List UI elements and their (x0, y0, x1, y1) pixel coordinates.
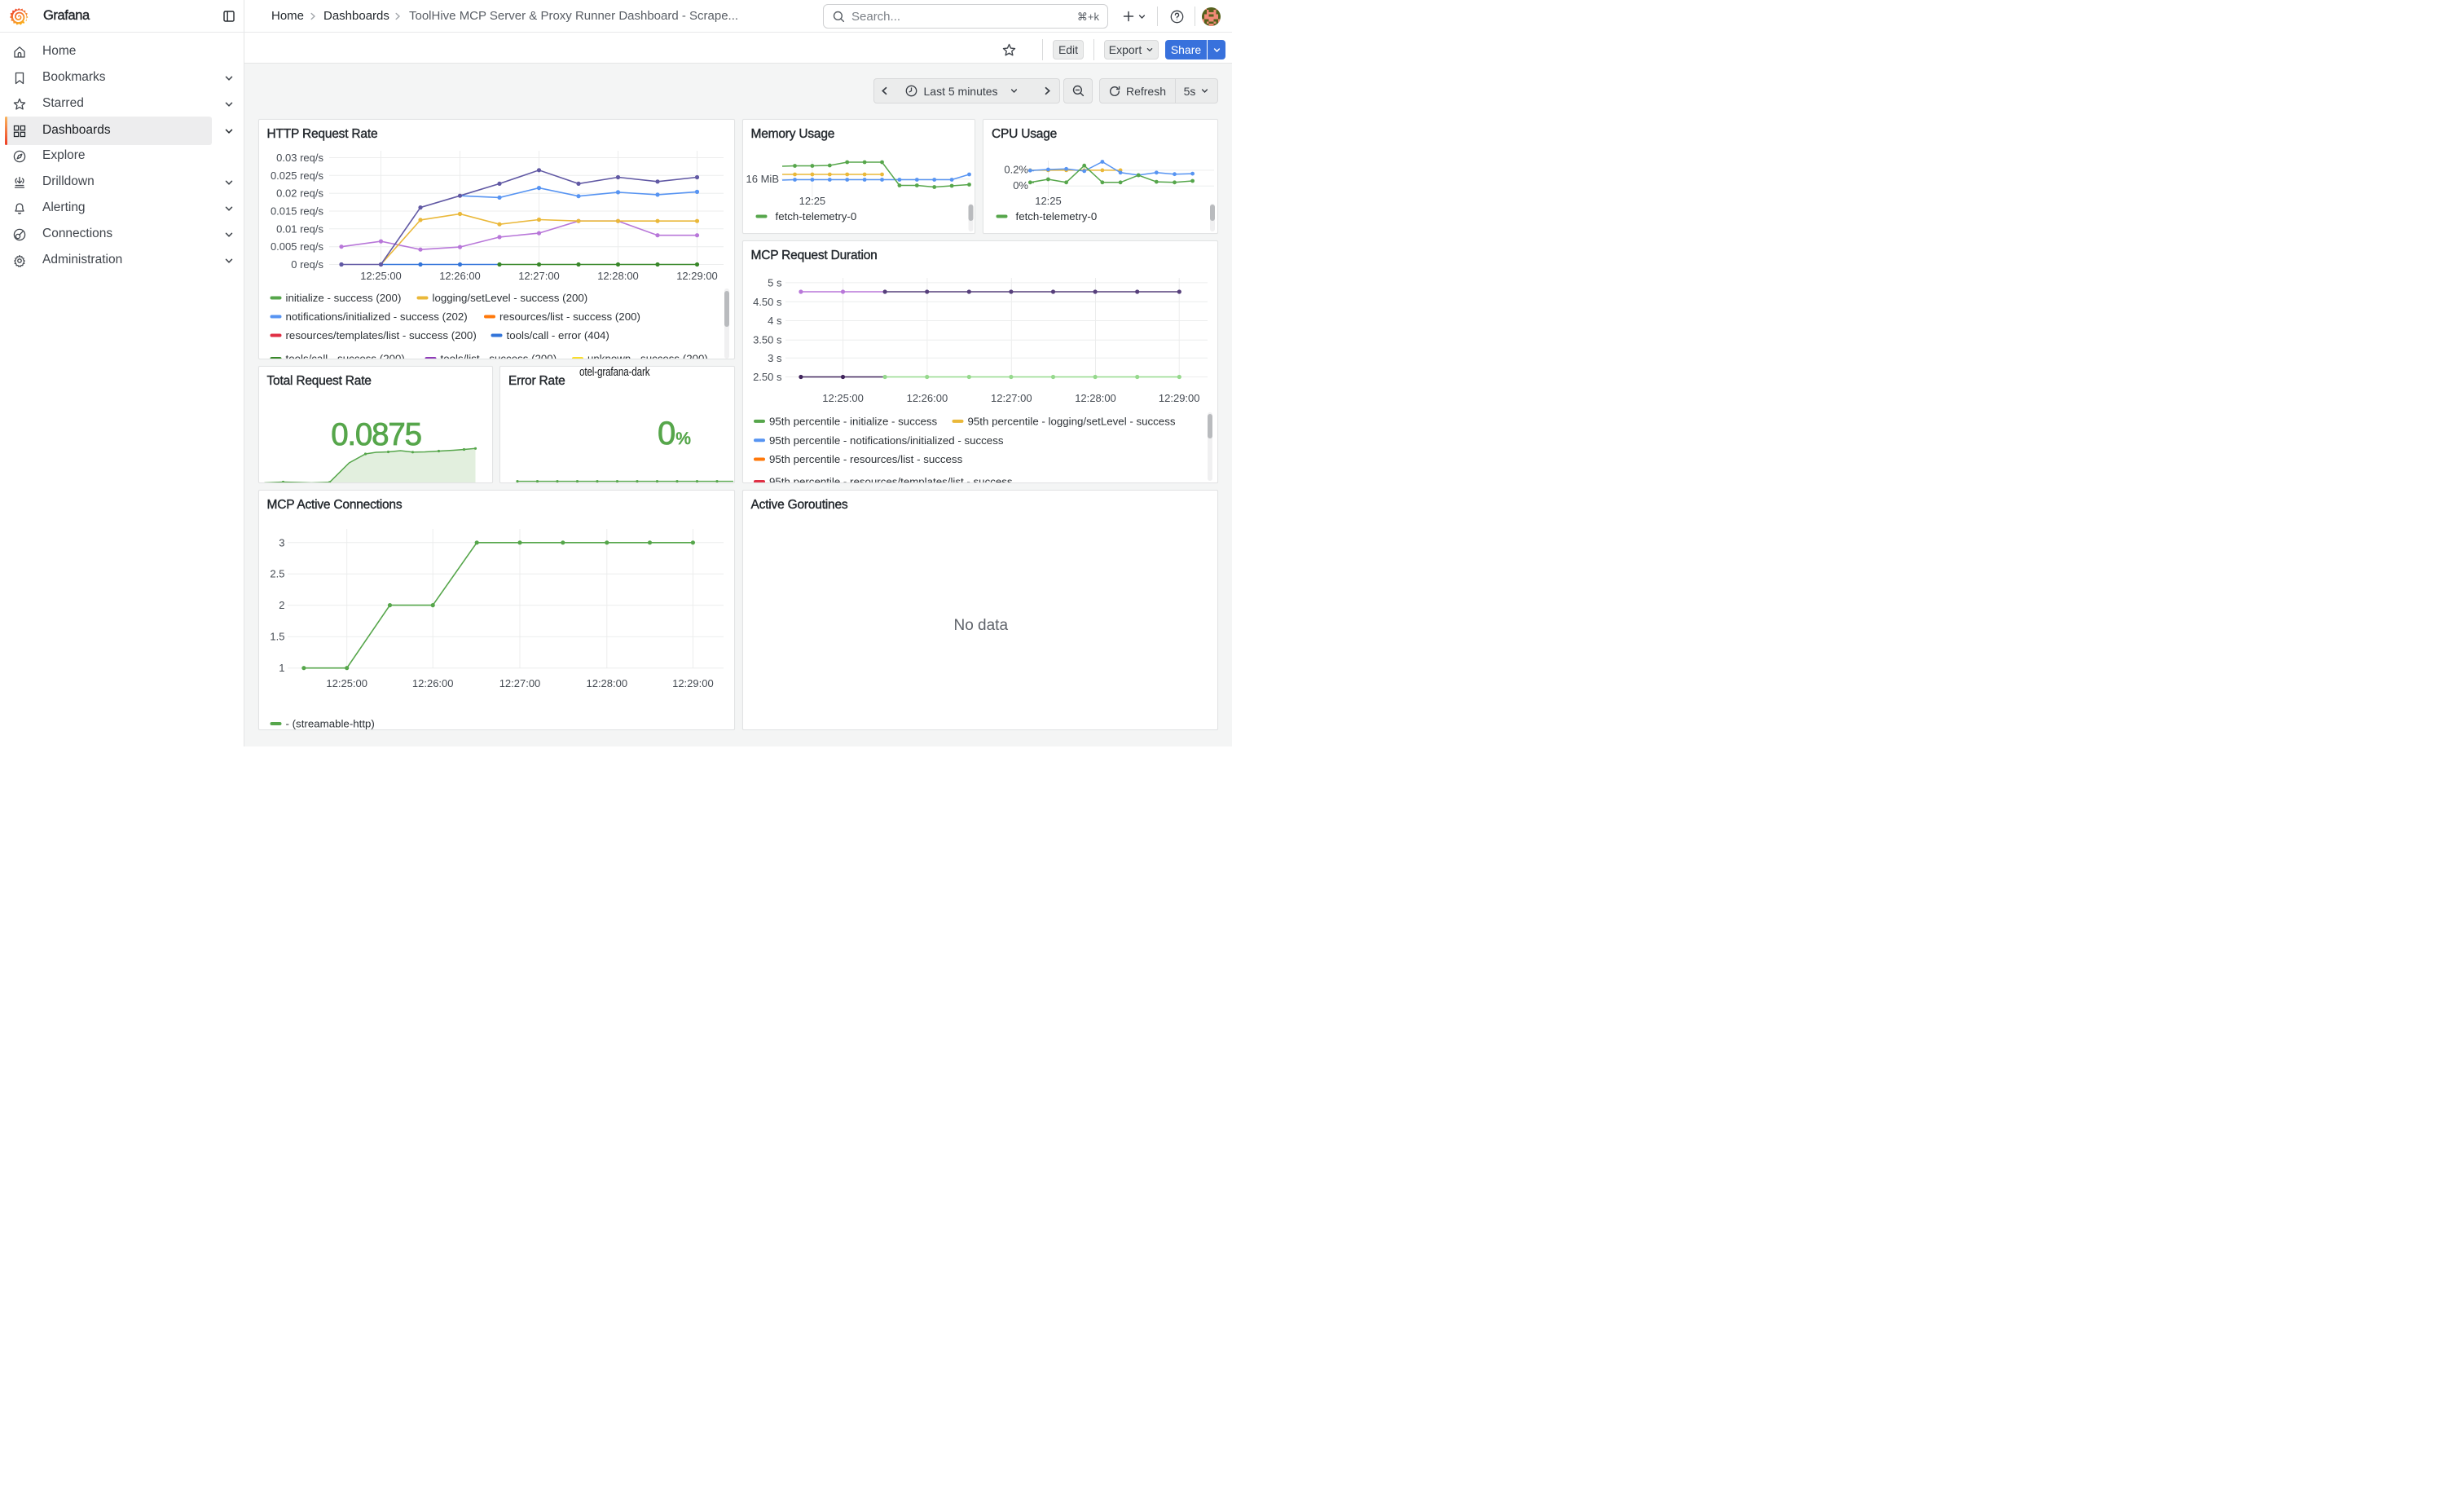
svg-text:12:25: 12:25 (799, 195, 825, 207)
svg-text:3.50 s: 3.50 s (753, 333, 782, 346)
svg-text:95th percentile - initialize -: 95th percentile - initialize - success (769, 415, 938, 427)
svg-text:95th percentile - resources/li: 95th percentile - resources/list - succe… (769, 453, 963, 465)
svg-text:12:25:00: 12:25:00 (360, 270, 402, 282)
svg-text:2.5: 2.5 (270, 568, 284, 580)
svg-text:notifications/initialized - su: notifications/initialized - success (202… (285, 310, 467, 323)
svg-text:initialize - success (200): initialize - success (200) (285, 292, 401, 304)
svg-text:12:26:00: 12:26:00 (439, 270, 481, 282)
svg-text:12:25:00: 12:25:00 (326, 677, 367, 689)
svg-text:12:26:00: 12:26:00 (906, 392, 948, 404)
svg-text:0.03 req/s: 0.03 req/s (276, 152, 323, 164)
svg-text:0.025 req/s: 0.025 req/s (270, 169, 323, 181)
svg-text:fetch-telemetry-0: fetch-telemetry-0 (775, 210, 856, 222)
svg-text:12:27:00: 12:27:00 (990, 392, 1032, 404)
svg-text:0.015 req/s: 0.015 req/s (270, 205, 323, 217)
svg-text:95th percentile - resources/te: 95th percentile - resources/templates/li… (769, 475, 1013, 483)
svg-text:12:25: 12:25 (1035, 195, 1062, 207)
svg-text:12:28:00: 12:28:00 (586, 677, 627, 689)
svg-text:0 req/s: 0 req/s (291, 258, 323, 271)
svg-text:12:27:00: 12:27:00 (499, 677, 540, 689)
svg-text:0.01 req/s: 0.01 req/s (276, 222, 323, 235)
svg-text:95th percentile - notification: 95th percentile - notifications/initiali… (769, 434, 1004, 446)
svg-text:12:28:00: 12:28:00 (1075, 392, 1116, 404)
svg-text:12:25:00: 12:25:00 (822, 392, 864, 404)
svg-text:4 s: 4 s (768, 315, 782, 327)
svg-text:16 MiB: 16 MiB (746, 173, 778, 185)
svg-text:2: 2 (279, 599, 284, 611)
svg-text:0%: 0% (1013, 179, 1028, 192)
svg-text:0.2%: 0.2% (1004, 163, 1028, 175)
svg-text:12:28:00: 12:28:00 (597, 270, 639, 282)
svg-text:tools/list - success (200): tools/list - success (200) (440, 352, 557, 359)
svg-text:- (streamable-http): - (streamable-http) (285, 718, 374, 730)
svg-text:tools/call - error (404): tools/call - error (404) (506, 329, 609, 341)
svg-text:5 s: 5 s (768, 276, 782, 288)
svg-text:3 s: 3 s (768, 351, 782, 363)
svg-text:4.50 s: 4.50 s (753, 295, 782, 307)
svg-text:tools/call - success (200): tools/call - success (200) (285, 352, 404, 359)
svg-text:unknown - success (200): unknown - success (200) (587, 352, 708, 359)
svg-text:12:26:00: 12:26:00 (411, 677, 453, 689)
svg-text:2.50 s: 2.50 s (753, 371, 782, 383)
svg-text:12:29:00: 12:29:00 (676, 270, 718, 282)
svg-text:resources/templates/list - suc: resources/templates/list - success (200) (285, 329, 476, 341)
svg-text:12:29:00: 12:29:00 (1158, 392, 1199, 404)
svg-text:95th percentile - logging/setL: 95th percentile - logging/setLevel - suc… (967, 415, 1175, 427)
svg-text:logging/setLevel - success (20: logging/setLevel - success (200) (432, 292, 587, 304)
svg-text:12:27:00: 12:27:00 (518, 270, 560, 282)
svg-text:0.02 req/s: 0.02 req/s (276, 187, 323, 199)
svg-text:12:29:00: 12:29:00 (672, 677, 714, 689)
svg-text:1.5: 1.5 (270, 631, 284, 643)
svg-text:0.005 req/s: 0.005 req/s (270, 240, 323, 253)
svg-text:resources/list - success (200): resources/list - success (200) (499, 310, 640, 323)
svg-text:fetch-telemetry-0: fetch-telemetry-0 (1016, 210, 1098, 222)
svg-text:1: 1 (279, 662, 284, 674)
svg-text:3: 3 (279, 536, 284, 548)
